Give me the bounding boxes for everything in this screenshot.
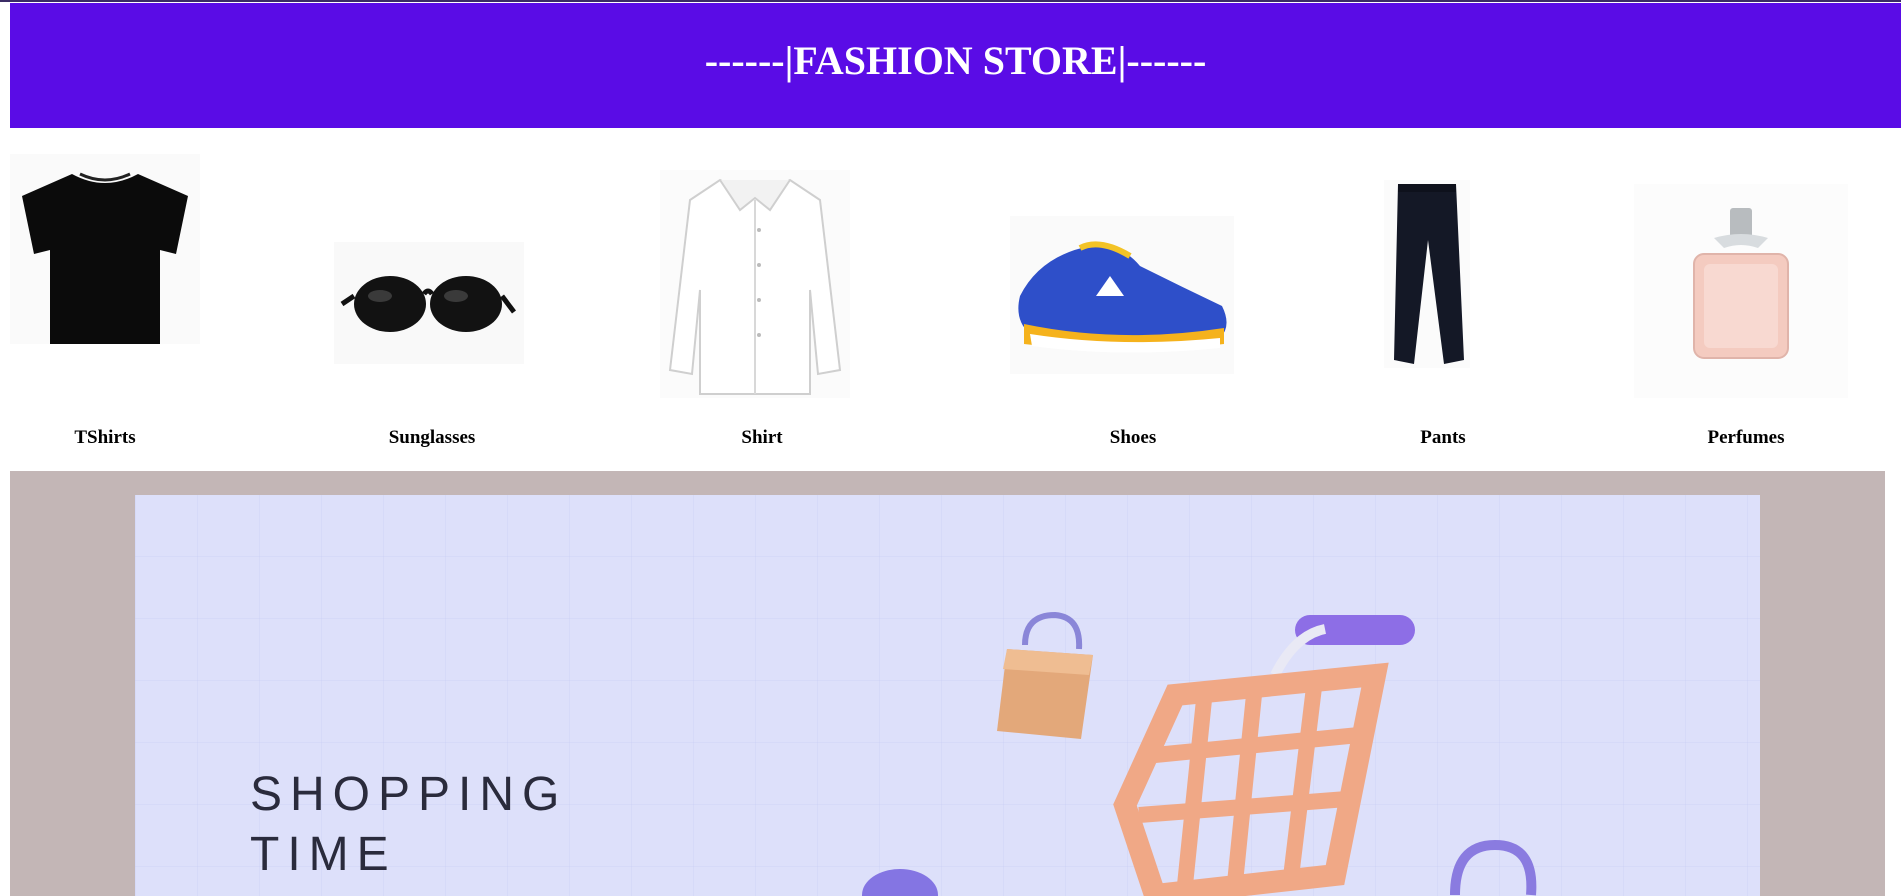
banner-line-1: SHOPPING: [250, 768, 568, 821]
product-tshirts[interactable]: TShirts: [0, 128, 200, 471]
product-shoes[interactable]: Shoes: [1010, 128, 1240, 471]
purple-shape-icon: [862, 869, 938, 896]
product-label[interactable]: Pants: [1420, 427, 1465, 449]
product-label[interactable]: Perfumes: [1707, 427, 1784, 449]
product-pants[interactable]: Pants: [1380, 128, 1510, 471]
site-header: ------|FASHION STORE|------: [10, 3, 1901, 128]
tshirt-icon[interactable]: [10, 154, 200, 344]
shopping-bag-icon: [997, 611, 1093, 739]
product-label[interactable]: TShirts: [74, 427, 135, 449]
product-perfumes[interactable]: Perfumes: [1630, 128, 1860, 471]
banner-headline: SHOPPING TIME: [250, 765, 567, 885]
shirt-icon[interactable]: [660, 170, 850, 398]
product-shirt[interactable]: Shirt: [660, 128, 860, 471]
shopping-cart-icon: [1113, 615, 1415, 896]
pants-icon[interactable]: [1384, 180, 1470, 368]
sunglasses-icon[interactable]: [334, 242, 524, 364]
purple-bag-icon: [1450, 839, 1537, 896]
shopping-banner[interactable]: SHOPPING TIME: [135, 495, 1760, 896]
product-category-row: TShirts Sunglasses Shirt Shoes Pants Per…: [0, 128, 1901, 471]
banner-frame: SHOPPING TIME: [10, 471, 1885, 896]
product-sunglasses[interactable]: Sunglasses: [330, 128, 530, 471]
perfume-icon[interactable]: [1634, 184, 1848, 398]
shoe-icon[interactable]: [1010, 216, 1234, 374]
product-label[interactable]: Shirt: [741, 427, 782, 449]
banner-line-2: TIME: [250, 828, 397, 881]
store-title: ------|FASHION STORE|------: [704, 38, 1207, 83]
product-label[interactable]: Sunglasses: [389, 427, 476, 449]
product-label[interactable]: Shoes: [1110, 427, 1156, 449]
